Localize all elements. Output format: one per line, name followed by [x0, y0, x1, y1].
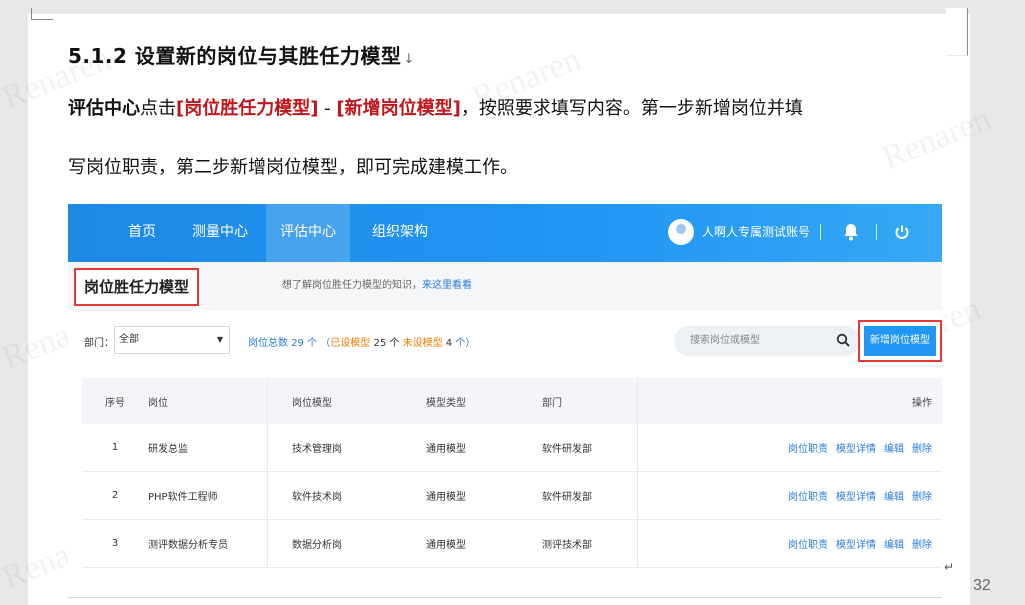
avatar[interactable] [668, 219, 694, 245]
edit-link[interactable]: 编辑 [884, 440, 904, 455]
power-icon[interactable] [894, 223, 910, 241]
account-name[interactable]: 人啊人专属测试账号 [702, 204, 810, 262]
cell-actions: 岗位职责 模型详情 编辑 删除 [780, 424, 932, 471]
caret-down-icon: ▼ [216, 335, 223, 344]
column-divider [637, 378, 638, 568]
filter-bar: 部门： 全部 ▼ 岗位总数 29 个 （已设模型 25 个 未设模型 4 个） 搜… [68, 320, 942, 364]
cell-seq: 3 [111, 538, 119, 549]
instruction-paragraph-line-1: 评估中心点击[岗位胜任力模型] - [新增岗位模型]，按照要求填写内容。第一步新… [68, 98, 803, 119]
position-stats: 岗位总数 29 个 （已设模型 25 个 未设模型 4 个） [248, 338, 476, 349]
cell-actions: 岗位职责 模型详情 编辑 删除 [780, 520, 932, 567]
cell-seq: 1 [111, 442, 119, 453]
new-position-model-button[interactable]: 新增岗位模型 [864, 326, 936, 356]
cell-model: 技术管理岗 [292, 444, 342, 455]
cell-dept: 软件研发部 [542, 492, 592, 503]
cell-position: 测评数据分析专员 [148, 540, 228, 551]
table-header: 序号 岗位 岗位模型 模型类型 部门 操作 [82, 378, 942, 424]
position-table: 序号 岗位 岗位模型 模型类型 部门 操作 1 研发总监 技术管理岗 通用模型 … [82, 378, 942, 568]
paragraph-mark: ↓ [403, 52, 415, 67]
hint-text: 想了解岗位胜任力模型的知识，来这里看看 [282, 280, 472, 291]
table-row: 2 PHP软件工程师 软件技术岗 通用模型 软件研发部 岗位职责 模型详情 编辑… [82, 472, 942, 520]
emphasis-new-model: [新增岗位模型] [336, 98, 461, 119]
delete-link[interactable]: 删除 [912, 440, 932, 455]
return-mark: ↵ [944, 560, 955, 574]
nav-item-evaluation[interactable]: 评估中心 [266, 204, 350, 262]
cell-model: 软件技术岗 [292, 492, 342, 503]
bell-icon[interactable] [843, 223, 859, 241]
col-header-dept: 部门 [542, 397, 562, 409]
highlight-box: 新增岗位模型 [858, 320, 942, 362]
duties-link[interactable]: 岗位职责 [788, 488, 828, 503]
page-number: 32 [973, 577, 991, 594]
search-input[interactable]: 搜索岗位或模型 [674, 326, 860, 356]
col-header-seq: 序号 [105, 397, 125, 409]
delete-link[interactable]: 删除 [912, 488, 932, 503]
app-screenshot: 首页 测量中心 评估中心 组织架构 人啊人专属测试账号 岗位胜任力模型 想了解岗… [68, 204, 942, 598]
col-header-model: 岗位模型 [292, 397, 332, 409]
cell-type: 通用模型 [426, 492, 466, 503]
model-detail-link[interactable]: 模型详情 [836, 536, 876, 551]
nav-item-home[interactable]: 首页 [114, 204, 170, 262]
edit-link[interactable]: 编辑 [884, 488, 904, 503]
top-nav: 首页 测量中心 评估中心 组织架构 人啊人专属测试账号 [68, 204, 942, 262]
col-header-type: 模型类型 [426, 397, 466, 409]
emphasis-competency-model: [岗位胜任力模型] [176, 98, 319, 119]
nav-divider [820, 224, 821, 240]
section-heading: 5.1.2 设置新的岗位与其胜任力模型 ↓ [68, 44, 415, 68]
page-title: 岗位胜任力模型 [74, 268, 200, 306]
cell-position: PHP软件工程师 [148, 492, 218, 503]
cell-position: 研发总监 [148, 444, 188, 455]
cell-seq: 2 [111, 490, 119, 501]
delete-link[interactable]: 删除 [912, 536, 932, 551]
nav-item-measure[interactable]: 测量中心 [178, 204, 262, 262]
nav-divider [876, 224, 877, 240]
col-header-position: 岗位 [148, 397, 168, 409]
table-row: 3 测评数据分析专员 数据分析岗 通用模型 测评技术部 岗位职责 模型详情 编辑… [82, 520, 942, 568]
model-detail-link[interactable]: 模型详情 [836, 488, 876, 503]
table-row: 1 研发总监 技术管理岗 通用模型 软件研发部 岗位职责 模型详情 编辑 删除 [82, 424, 942, 472]
duties-link[interactable]: 岗位职责 [788, 536, 828, 551]
duties-link[interactable]: 岗位职责 [788, 440, 828, 455]
cell-actions: 岗位职责 模型详情 编辑 删除 [780, 472, 932, 519]
dept-label: 部门： [84, 338, 114, 349]
crop-mark-top-right [946, 8, 968, 56]
cell-type: 通用模型 [426, 540, 466, 551]
crop-mark-top-left [31, 8, 53, 20]
instruction-paragraph-line-2: 写岗位职责，第二步新增岗位模型，即可完成建模工作。 [68, 157, 518, 178]
nav-item-organization[interactable]: 组织架构 [358, 204, 442, 262]
emphasis-eval-center: 评估中心 [68, 98, 140, 119]
cell-type: 通用模型 [426, 444, 466, 455]
hint-link[interactable]: 来这里看看 [422, 280, 472, 291]
search-icon[interactable] [836, 333, 850, 347]
column-divider [267, 378, 268, 568]
edit-link[interactable]: 编辑 [884, 536, 904, 551]
cell-dept: 软件研发部 [542, 444, 592, 455]
model-detail-link[interactable]: 模型详情 [836, 440, 876, 455]
page-header: 岗位胜任力模型 想了解岗位胜任力模型的知识，来这里看看 [68, 262, 942, 310]
cell-dept: 测评技术部 [542, 540, 592, 551]
col-header-actions: 操作 [912, 397, 932, 409]
cell-model: 数据分析岗 [292, 540, 342, 551]
dept-select[interactable]: 全部 ▼ [114, 326, 230, 354]
